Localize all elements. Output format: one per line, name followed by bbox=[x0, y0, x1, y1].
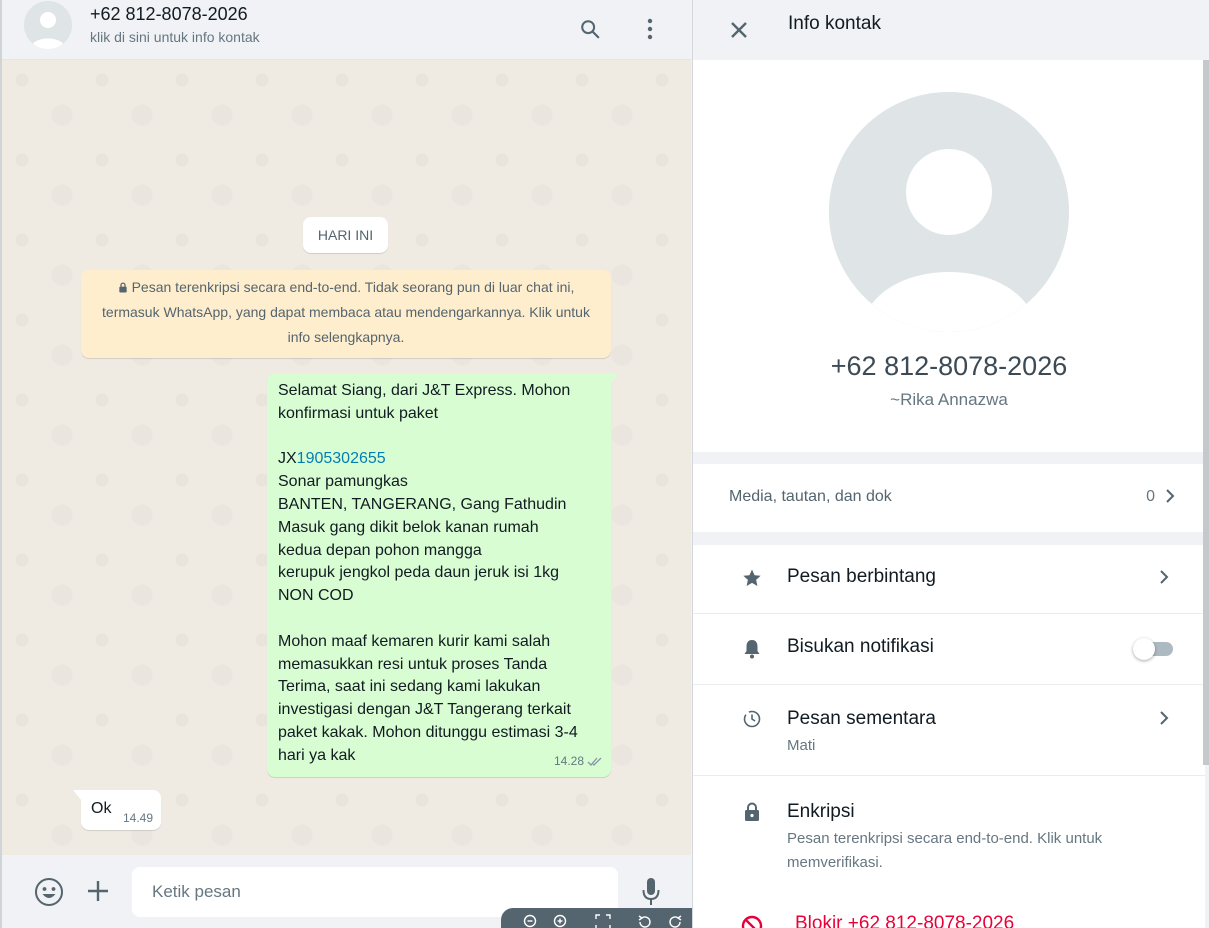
message-line bbox=[278, 426, 601, 449]
message-time: 14.49 bbox=[123, 811, 154, 825]
chevron-right-icon bbox=[1160, 711, 1169, 725]
message-line: kedua depan pohon mangga bbox=[278, 541, 482, 559]
image-viewer-toolbar bbox=[501, 908, 712, 928]
menu-button[interactable] bbox=[632, 11, 668, 47]
chevron-right-icon bbox=[1160, 570, 1169, 584]
emoji-icon bbox=[35, 878, 63, 906]
mute-notifications-row[interactable]: Bisukan notifikasi bbox=[693, 614, 1205, 684]
message-line: Selamat Siang, dari J&T Express. Mohon bbox=[278, 382, 571, 399]
starred-messages-row[interactable]: Pesan berbintang bbox=[693, 545, 1205, 613]
contact-info-pane: Info kontak +62 812-8078-2026 ~Rika Anna… bbox=[692, 0, 1209, 928]
encryption-description: Pesan terenkripsi secara end-to-end. Kli… bbox=[787, 830, 1103, 871]
message-line: Sonar pamungkas bbox=[278, 473, 408, 491]
avatar[interactable] bbox=[24, 1, 72, 49]
double-check-icon bbox=[587, 757, 602, 767]
disappearing-messages-row[interactable]: Pesan sementara Mati bbox=[693, 685, 1205, 775]
close-icon bbox=[731, 22, 747, 38]
mute-toggle[interactable] bbox=[1133, 638, 1173, 660]
message-line: NON COD bbox=[278, 587, 354, 605]
encryption-label: Enkripsi bbox=[787, 801, 855, 822]
message-line: hari ya kak bbox=[278, 746, 356, 764]
media-count: 0 bbox=[1146, 488, 1155, 505]
message-meta: 14.28 bbox=[554, 750, 603, 773]
lock-icon bbox=[118, 282, 127, 293]
tracking-prefix: JX bbox=[278, 450, 297, 468]
block-contact-label: Blokir +62 812-8078-2026 bbox=[795, 913, 1015, 928]
menu-icon bbox=[647, 18, 653, 40]
default-avatar-icon bbox=[24, 1, 72, 49]
block-contact-row[interactable]: Blokir +62 812-8078-2026 bbox=[693, 905, 1205, 928]
chat-contact-name[interactable]: +62 812-8078-2026 bbox=[90, 4, 248, 25]
message-line: memasukkan resi untuk proses Tanda bbox=[278, 655, 548, 673]
message-line: konfirmasi untuk paket bbox=[278, 404, 439, 422]
zoom-in-button[interactable] bbox=[553, 914, 569, 928]
contact-info-title: Info kontak bbox=[788, 13, 881, 34]
search-icon bbox=[581, 20, 600, 39]
contact-avatar-large[interactable] bbox=[829, 92, 1069, 332]
message-line: Masuk gang dikit belok kanan rumah bbox=[278, 518, 539, 536]
chat-contact-hint[interactable]: klik di sini untuk info kontak bbox=[90, 29, 260, 45]
rotate-left-button[interactable] bbox=[637, 914, 653, 928]
chat-pane: +62 812-8078-2026 klik di sini untuk inf… bbox=[0, 0, 691, 928]
chevron-right-icon bbox=[1166, 489, 1175, 503]
contact-options: Pesan berbintang Bisukan notifikasi Pesa… bbox=[693, 545, 1205, 928]
disappearing-messages-value: Mati bbox=[787, 737, 816, 754]
message-line bbox=[278, 608, 601, 631]
contact-info-header: Info kontak bbox=[693, 0, 1209, 60]
bell-icon bbox=[741, 638, 763, 660]
chat-header[interactable]: +62 812-8078-2026 klik di sini untuk inf… bbox=[2, 0, 691, 60]
toggle-knob bbox=[1133, 638, 1155, 660]
plus-icon bbox=[88, 881, 108, 901]
tracking-number-link[interactable]: 1905302655 bbox=[297, 450, 386, 467]
contact-phone: +62 812-8078-2026 bbox=[830, 351, 1068, 381]
message-time: 14.28 bbox=[553, 754, 584, 769]
media-label: Media, tautan, dan dok bbox=[729, 488, 892, 505]
incoming-message[interactable]: Ok 14.49 bbox=[73, 790, 161, 830]
zoom-in-icon bbox=[553, 914, 567, 928]
emoji-button[interactable] bbox=[33, 876, 65, 908]
rotate-right-button[interactable] bbox=[667, 914, 683, 928]
info-scrollbar[interactable] bbox=[1203, 60, 1209, 765]
message-line: investigasi dengan J&T Tangerang terkait bbox=[278, 701, 571, 719]
zoom-out-icon bbox=[523, 914, 537, 928]
fit-screen-icon bbox=[595, 914, 611, 928]
fit-screen-button[interactable] bbox=[595, 914, 611, 928]
contact-profile-card: +62 812-8078-2026 ~Rika Annazwa bbox=[693, 60, 1205, 452]
lock-icon bbox=[741, 801, 763, 823]
block-icon bbox=[741, 915, 763, 928]
contact-push-name: ~Rika Annazwa bbox=[890, 390, 1008, 409]
encryption-notice[interactable]: Pesan terenkripsi secara end-to-end. Tid… bbox=[81, 270, 611, 358]
message-line: paket kakak. Mohon ditunggu estimasi 3-4 bbox=[278, 723, 578, 741]
search-button[interactable] bbox=[572, 11, 608, 47]
close-button[interactable] bbox=[721, 12, 757, 48]
outgoing-message[interactable]: Selamat Siang, dari J&T Express. Mohon k… bbox=[267, 373, 619, 777]
star-icon bbox=[741, 567, 763, 589]
attach-button[interactable] bbox=[84, 877, 112, 905]
encryption-row[interactable]: Enkripsi Pesan terenkripsi secara end-to… bbox=[693, 776, 1205, 886]
rotate-right-icon bbox=[669, 915, 682, 928]
message-line: kerupuk jengkol peda daun jeruk isi 1kg bbox=[278, 564, 560, 582]
rotate-left-icon bbox=[638, 915, 651, 928]
zoom-out-button[interactable] bbox=[523, 914, 539, 928]
mic-icon bbox=[642, 878, 660, 905]
disappearing-messages-label: Pesan sementara bbox=[787, 708, 936, 729]
message-line-tracking: JX1905302655 bbox=[278, 448, 601, 471]
encryption-notice-text: Pesan terenkripsi secara end-to-end. Tid… bbox=[102, 279, 590, 345]
voice-record-button[interactable] bbox=[638, 875, 664, 909]
starred-messages-label: Pesan berbintang bbox=[787, 566, 936, 587]
date-divider: HARI INI bbox=[303, 217, 388, 253]
mute-notifications-label: Bisukan notifikasi bbox=[787, 636, 934, 657]
message-text: Ok bbox=[91, 800, 112, 817]
message-line: Terima, saat ini sedang kami lakukan bbox=[278, 678, 541, 696]
message-line: BANTEN, TANGERANG, Gang Fathudin bbox=[278, 495, 567, 513]
default-avatar-icon bbox=[829, 92, 1069, 332]
message-line: Mohon maaf kemaren kurir kami salah bbox=[278, 632, 551, 650]
media-links-docs[interactable]: Media, tautan, dan dok 0 bbox=[693, 464, 1205, 532]
timer-icon bbox=[741, 708, 763, 730]
